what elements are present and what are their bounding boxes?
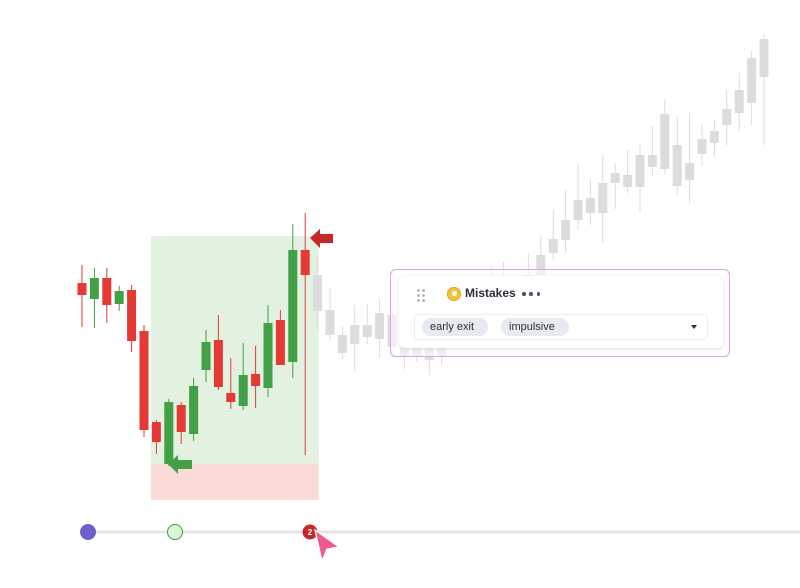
candle-body	[300, 250, 310, 275]
candle-body	[709, 131, 719, 143]
future-candle	[747, 51, 757, 125]
candle-body	[585, 198, 595, 213]
candle-body	[548, 239, 558, 253]
future-candle	[585, 180, 595, 225]
candle	[102, 268, 112, 323]
candle-body	[610, 173, 620, 183]
candle-body	[275, 320, 285, 365]
bulb-tag-icon	[447, 287, 461, 301]
trade-replay-view: 2 Mistakes early exit impulsive	[0, 0, 800, 588]
future-candle	[635, 144, 645, 213]
candle-body	[598, 183, 608, 213]
candle-body	[573, 200, 583, 220]
future-candle	[672, 116, 682, 195]
candle-body	[313, 275, 323, 311]
future-candle	[573, 164, 583, 230]
future-candle	[722, 89, 732, 145]
future-candle	[709, 119, 719, 157]
future-candle	[697, 125, 707, 166]
future-candle	[660, 99, 670, 174]
tag-early-exit[interactable]: early exit	[422, 318, 488, 336]
candle-body	[114, 291, 124, 304]
candle-body	[697, 139, 707, 154]
candle-body	[213, 340, 223, 387]
candle-body	[561, 220, 571, 240]
mistakes-title: Mistakes	[465, 286, 516, 300]
candle-body	[337, 335, 347, 353]
future-candle	[350, 305, 360, 372]
candle-body	[722, 109, 732, 125]
future-candle	[598, 155, 608, 242]
candle-body	[759, 39, 769, 77]
exit-marker-label: 2	[308, 528, 313, 537]
future-candle	[337, 326, 347, 359]
candle-body	[238, 375, 248, 406]
candle-body	[635, 155, 645, 187]
future-candle	[325, 288, 335, 341]
candle	[127, 285, 137, 352]
future-candle	[759, 34, 769, 145]
candle-body	[127, 290, 137, 341]
candle-body	[375, 313, 385, 339]
candle-body	[660, 114, 670, 169]
candle	[77, 265, 87, 327]
candle-body	[102, 278, 112, 305]
mistakes-header: Mistakes	[399, 282, 723, 306]
future-candle	[362, 304, 372, 344]
candle-body	[176, 405, 186, 432]
tag-impulsive[interactable]: impulsive	[501, 318, 569, 336]
candle-body	[251, 374, 261, 386]
future-candle	[610, 163, 620, 209]
future-candle	[647, 126, 657, 176]
candle-body	[201, 342, 211, 370]
candle	[89, 268, 99, 328]
candle-body	[362, 325, 372, 337]
candle-body	[89, 278, 99, 299]
mistakes-panel: Mistakes early exit impulsive	[390, 269, 730, 357]
candle-body	[77, 283, 87, 295]
candle-body	[672, 145, 682, 186]
candle-body	[164, 402, 174, 464]
mistakes-tag-select[interactable]: early exit impulsive	[414, 314, 708, 340]
mistakes-card: Mistakes early exit impulsive	[399, 276, 723, 348]
future-candle	[375, 299, 385, 358]
more-horizontal-icon[interactable]	[522, 292, 540, 296]
drag-handle-icon[interactable]	[417, 289, 427, 302]
chevron-down-icon[interactable]	[691, 325, 697, 329]
candle-body	[734, 90, 744, 113]
candle-body	[350, 325, 360, 344]
candle-body	[747, 58, 757, 103]
future-candle	[561, 190, 571, 253]
future-candle	[734, 73, 744, 131]
candle	[114, 286, 124, 311]
pointer-cursor-icon	[314, 528, 341, 563]
future-candle	[623, 150, 633, 193]
future-candle	[548, 209, 558, 260]
candle	[139, 325, 149, 437]
candle-body	[189, 386, 199, 434]
future-candle	[685, 113, 695, 203]
candle-body	[151, 422, 161, 442]
candle-body	[226, 393, 236, 402]
candle-body	[647, 155, 657, 167]
candle	[164, 399, 174, 466]
candle-body	[685, 163, 695, 180]
candle-body	[263, 323, 273, 388]
timeline-entry-marker[interactable]	[167, 524, 183, 540]
candle-body	[325, 310, 335, 335]
candle-body	[288, 250, 298, 362]
replay-timeline[interactable]: 2	[80, 524, 800, 563]
candle	[189, 378, 199, 441]
candle-body	[139, 331, 149, 430]
candle-body	[623, 175, 633, 187]
timeline-start-marker[interactable]	[80, 524, 96, 540]
